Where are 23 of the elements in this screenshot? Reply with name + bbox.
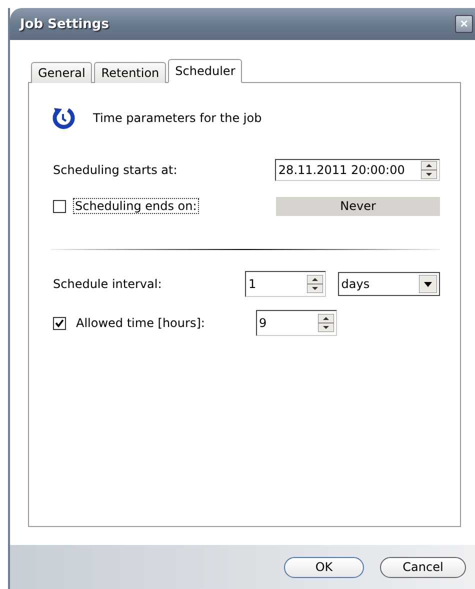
refresh-icon (51, 106, 75, 130)
spin-buttons[interactable] (421, 161, 437, 179)
spin-buttons[interactable] (318, 314, 334, 332)
header-text: Time parameters for the job (93, 111, 262, 125)
hours-field[interactable]: 9 (256, 310, 337, 336)
never-button[interactable]: Never (276, 196, 440, 216)
interval-label: Schedule interval: (52, 277, 163, 291)
window-title: Job Settings (20, 16, 109, 32)
tab[interactable]: General (31, 62, 92, 83)
interval-field[interactable]: 1 (245, 271, 326, 297)
start-label: Scheduling starts at: (52, 163, 178, 177)
spin-buttons[interactable] (307, 275, 324, 293)
tab[interactable]: Retention (94, 62, 166, 83)
end-label: Scheduling ends on: (74, 199, 198, 213)
tab[interactable]: Scheduler (168, 59, 242, 83)
dialog-button[interactable]: Cancel (380, 556, 466, 578)
dialog-button[interactable]: OK (284, 556, 364, 578)
unit-dropdown[interactable]: days (338, 272, 440, 296)
checkbox[interactable] (53, 316, 66, 330)
caret-icon (419, 275, 437, 293)
checkbox[interactable] (53, 200, 66, 212)
date-time-field[interactable]: 28.11.2011 20:00:00 (275, 159, 440, 181)
allowed-label: Allowed time [hours]: (75, 316, 206, 330)
